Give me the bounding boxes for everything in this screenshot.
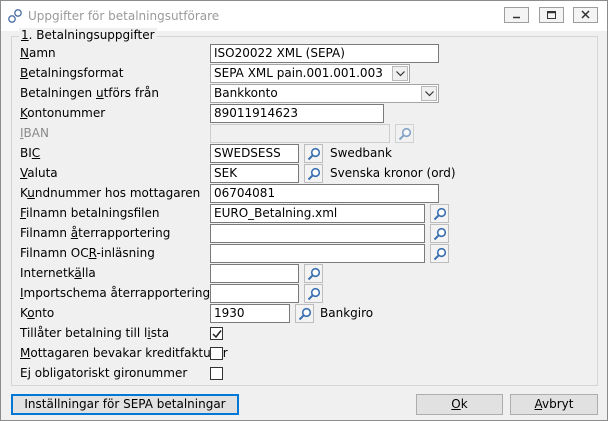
- sepa-settings-button[interactable]: Inställningar för SEPA betalningar: [11, 394, 239, 415]
- ej-obligatoriskt-checkbox[interactable]: [210, 367, 223, 380]
- title-bar[interactable]: Uppgifter för betalningsutförare: [1, 1, 607, 31]
- label-betalningsformat: Betalningsformat: [20, 66, 124, 80]
- ok-button[interactable]: Ok: [416, 394, 503, 415]
- search-icon: [433, 207, 447, 221]
- namn-field[interactable]: ISO20022 XML (SEPA): [210, 44, 439, 63]
- close-button[interactable]: [573, 7, 598, 23]
- label-valuta: Valuta: [20, 166, 58, 180]
- utfors-fran-value: Bankkonto: [214, 86, 278, 100]
- iban-search-button[interactable]: [395, 124, 414, 143]
- bic-field[interactable]: SWEDSESS: [210, 144, 299, 163]
- betalningsformat-value: SEPA XML pain.001.001.003: [214, 66, 383, 80]
- chevron-down-icon: [396, 71, 405, 77]
- label-bic: BIC: [20, 146, 41, 160]
- search-icon: [433, 247, 447, 261]
- label-iban: IBAN: [20, 126, 49, 140]
- importschema-search-button[interactable]: [304, 284, 323, 303]
- close-icon: [581, 10, 590, 19]
- konto-description: Bankgiro: [320, 306, 374, 320]
- filnamn-betalningsfil-field[interactable]: EURO_Betalning.xml: [210, 204, 425, 223]
- filnamn-aterrapportering-field[interactable]: [210, 224, 425, 243]
- label-ej-obligatoriskt: Ej obligatoriskt gironummer: [20, 366, 188, 380]
- kundnummer-field[interactable]: 06704081: [210, 184, 439, 203]
- checkmark-icon: [212, 330, 222, 339]
- filnamn-aterrapportering-browse-button[interactable]: [430, 224, 449, 243]
- label-kundnummer: Kundnummer hos mottagaren: [20, 186, 201, 200]
- betalningsformat-dropdown-button[interactable]: [392, 66, 408, 81]
- dialog-window: Uppgifter för betalningsutförare 1. Beta…: [0, 0, 608, 421]
- bevakar-kreditfakturor-checkbox[interactable]: [210, 347, 223, 360]
- label-filnamn-aterrapportering: Filnamn återrapportering: [20, 226, 171, 240]
- utfors-fran-select[interactable]: Bankkonto: [210, 84, 439, 103]
- label-filnamn-betalningsfil: Filnamn betalningsfilen: [20, 206, 160, 220]
- utfors-fran-dropdown-button[interactable]: [421, 86, 437, 101]
- search-icon: [433, 227, 447, 241]
- search-icon: [298, 307, 312, 321]
- internetkalla-field[interactable]: [210, 264, 299, 283]
- chevron-down-icon: [425, 91, 434, 97]
- bic-description: Swedbank: [330, 146, 392, 160]
- label-importschema: Importschema återrapportering: [20, 286, 211, 300]
- konto-search-button[interactable]: [295, 304, 314, 323]
- label-bevakar-kreditfakturor: Mottagaren bevakar kreditfakturor: [20, 346, 228, 360]
- label-konto: Konto: [20, 306, 55, 320]
- filnamn-ocr-browse-button[interactable]: [430, 244, 449, 263]
- internetkalla-search-button[interactable]: [304, 264, 323, 283]
- group-title: 1. Betalningsuppgifter: [19, 28, 157, 42]
- app-icon: [8, 9, 22, 23]
- iban-field[interactable]: [210, 124, 390, 143]
- search-icon: [307, 167, 321, 181]
- label-kontonummer: Kontonummer: [20, 106, 106, 120]
- filnamn-betalningsfil-browse-button[interactable]: [430, 204, 449, 223]
- importschema-field[interactable]: [210, 284, 299, 303]
- valuta-description: Svenska kronor (ord): [330, 166, 456, 180]
- valuta-field[interactable]: SEK: [210, 164, 299, 183]
- minimize-icon: [513, 16, 520, 19]
- label-namn: Namn: [20, 46, 56, 60]
- valuta-search-button[interactable]: [304, 164, 323, 183]
- cancel-button[interactable]: Avbryt: [510, 394, 598, 415]
- search-icon: [307, 287, 321, 301]
- maximize-button[interactable]: [539, 7, 564, 23]
- bic-search-button[interactable]: [304, 144, 323, 163]
- label-utfors-fran: Betalningen utförs från: [20, 86, 159, 100]
- maximize-icon: [547, 11, 556, 19]
- tillater-lista-checkbox[interactable]: [210, 327, 223, 340]
- window-title: Uppgifter för betalningsutförare: [28, 9, 220, 23]
- label-tillater-lista: Tillåter betalning till lista: [20, 326, 170, 340]
- minimize-button[interactable]: [504, 7, 529, 23]
- label-filnamn-ocr: Filnamn OCR-inläsning: [20, 246, 155, 260]
- search-icon: [398, 127, 412, 141]
- filnamn-ocr-field[interactable]: [210, 244, 425, 263]
- search-icon: [307, 267, 321, 281]
- konto-field[interactable]: 1930: [210, 304, 290, 323]
- betalningsformat-select[interactable]: SEPA XML pain.001.001.003: [210, 64, 410, 83]
- label-internetkalla: Internetkälla: [20, 266, 96, 280]
- kontonummer-field[interactable]: 89011914623: [210, 104, 384, 123]
- search-icon: [307, 147, 321, 161]
